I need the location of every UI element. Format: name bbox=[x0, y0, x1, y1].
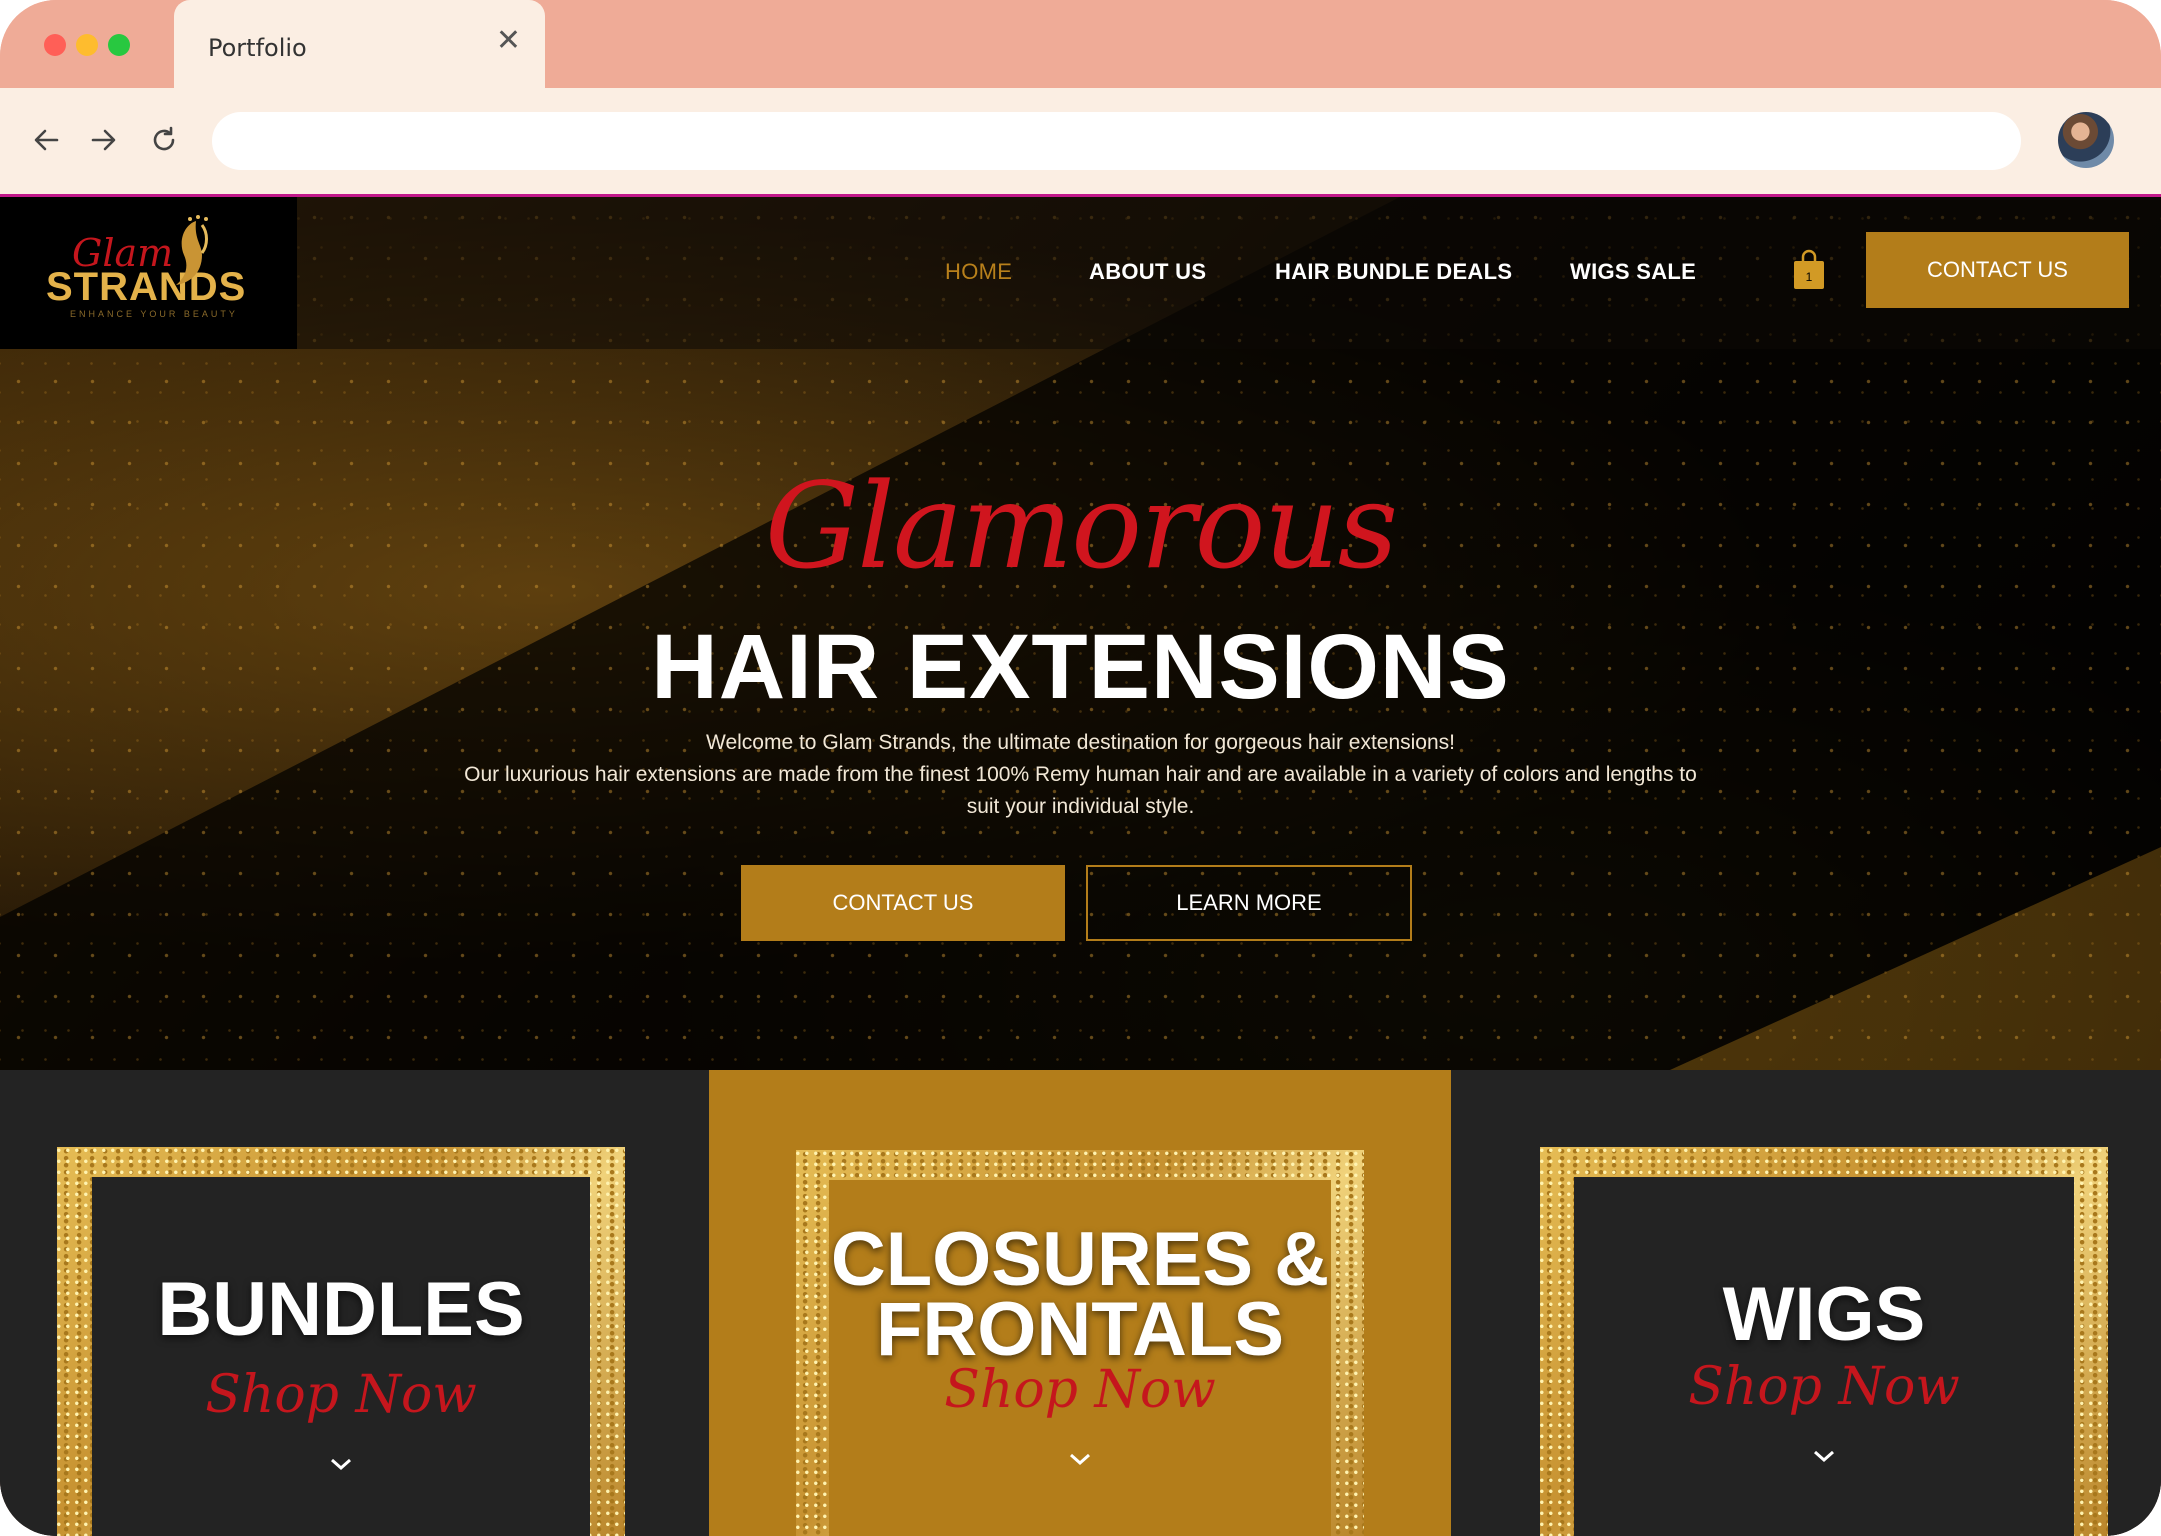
close-window-icon[interactable] bbox=[44, 34, 66, 56]
category-wigs[interactable]: WIGS Shop Now bbox=[1451, 1070, 2161, 1536]
logo-tagline: ENHANCE YOUR BEAUTY bbox=[70, 309, 238, 319]
address-bar[interactable] bbox=[212, 112, 2021, 170]
header-contact-button[interactable]: CONTACT US bbox=[1866, 232, 2129, 308]
category-card: CLOSURES & FRONTALS Shop Now bbox=[829, 1180, 1331, 1536]
site-header bbox=[0, 197, 2161, 349]
site-logo[interactable]: Glam STRANDS ENHANCE YOUR BEAUTY bbox=[0, 197, 297, 349]
chevron-down-icon[interactable] bbox=[1812, 1449, 1836, 1463]
shop-now-link[interactable]: Shop Now bbox=[92, 1365, 590, 1425]
hero-learn-more-button[interactable]: LEARN MORE bbox=[1086, 865, 1412, 941]
hero-description: Welcome to Glam Strands, the ultimate de… bbox=[420, 727, 1741, 823]
cart-count: 1 bbox=[1806, 270, 1813, 284]
nav-wigs-sale[interactable]: WIGS SALE bbox=[1570, 259, 1696, 285]
tab-bar: Portfolio ✕ bbox=[0, 0, 2161, 88]
category-closures-frontals[interactable]: CLOSURES & FRONTALS Shop Now bbox=[709, 1070, 1451, 1536]
window-controls bbox=[44, 34, 130, 56]
category-title: WIGS bbox=[1722, 1272, 1926, 1357]
nav-about-us[interactable]: ABOUT US bbox=[1089, 259, 1206, 285]
chevron-down-icon[interactable] bbox=[1068, 1452, 1092, 1466]
shop-now-link[interactable]: Shop Now bbox=[829, 1360, 1331, 1420]
website: Glam STRANDS ENHANCE YOUR BEAUTY HOME AB… bbox=[0, 197, 2161, 1536]
browser-tab[interactable]: Portfolio ✕ bbox=[174, 0, 545, 88]
hero-text-line: suit your individual style. bbox=[966, 795, 1195, 818]
category-section: BUNDLES Shop Now CLOSURES & FRONTALS Sho… bbox=[0, 1070, 2161, 1536]
minimize-window-icon[interactable] bbox=[76, 34, 98, 56]
maximize-window-icon[interactable] bbox=[108, 34, 130, 56]
category-title: BUNDLES bbox=[157, 1267, 525, 1352]
category-title: CLOSURES & bbox=[830, 1217, 1330, 1302]
hero-text-line: Welcome to Glam Strands, the ultimate de… bbox=[706, 731, 1455, 754]
reload-icon[interactable] bbox=[142, 118, 186, 162]
chevron-down-icon[interactable] bbox=[329, 1457, 353, 1471]
shop-now-link[interactable]: Shop Now bbox=[1574, 1357, 2074, 1417]
browser-toolbar bbox=[0, 88, 2161, 197]
hero-text-line: Our luxurious hair extensions are made f… bbox=[464, 763, 1697, 786]
tab-title: Portfolio bbox=[208, 34, 307, 62]
hair-silhouette-icon bbox=[176, 215, 208, 285]
forward-icon[interactable] bbox=[82, 118, 126, 162]
shopping-bag-icon[interactable]: 1 bbox=[1792, 249, 1826, 291]
hero-contact-button[interactable]: CONTACT US bbox=[741, 865, 1065, 941]
category-card: WIGS Shop Now bbox=[1574, 1177, 2074, 1536]
nav-hair-bundle-deals[interactable]: HAIR BUNDLE DEALS bbox=[1275, 259, 1512, 285]
back-icon[interactable] bbox=[24, 118, 68, 162]
category-bundles[interactable]: BUNDLES Shop Now bbox=[0, 1070, 709, 1536]
profile-avatar[interactable] bbox=[2058, 112, 2114, 168]
hero-script-heading: Glamorous bbox=[764, 457, 1398, 595]
hero-title: HAIR EXTENSIONS bbox=[651, 616, 1510, 718]
hero-section: Glam STRANDS ENHANCE YOUR BEAUTY HOME AB… bbox=[0, 197, 2161, 1070]
category-title-line2: FRONTALS bbox=[875, 1287, 1285, 1372]
tab-close-icon[interactable]: ✕ bbox=[496, 26, 521, 56]
browser-window: Portfolio ✕ Glam STRANDS ENHANCE YOUR BE… bbox=[0, 0, 2161, 1536]
category-card: BUNDLES Shop Now bbox=[92, 1177, 590, 1536]
logo-main-text: STRANDS bbox=[46, 265, 247, 309]
nav-home[interactable]: HOME bbox=[945, 259, 1012, 285]
